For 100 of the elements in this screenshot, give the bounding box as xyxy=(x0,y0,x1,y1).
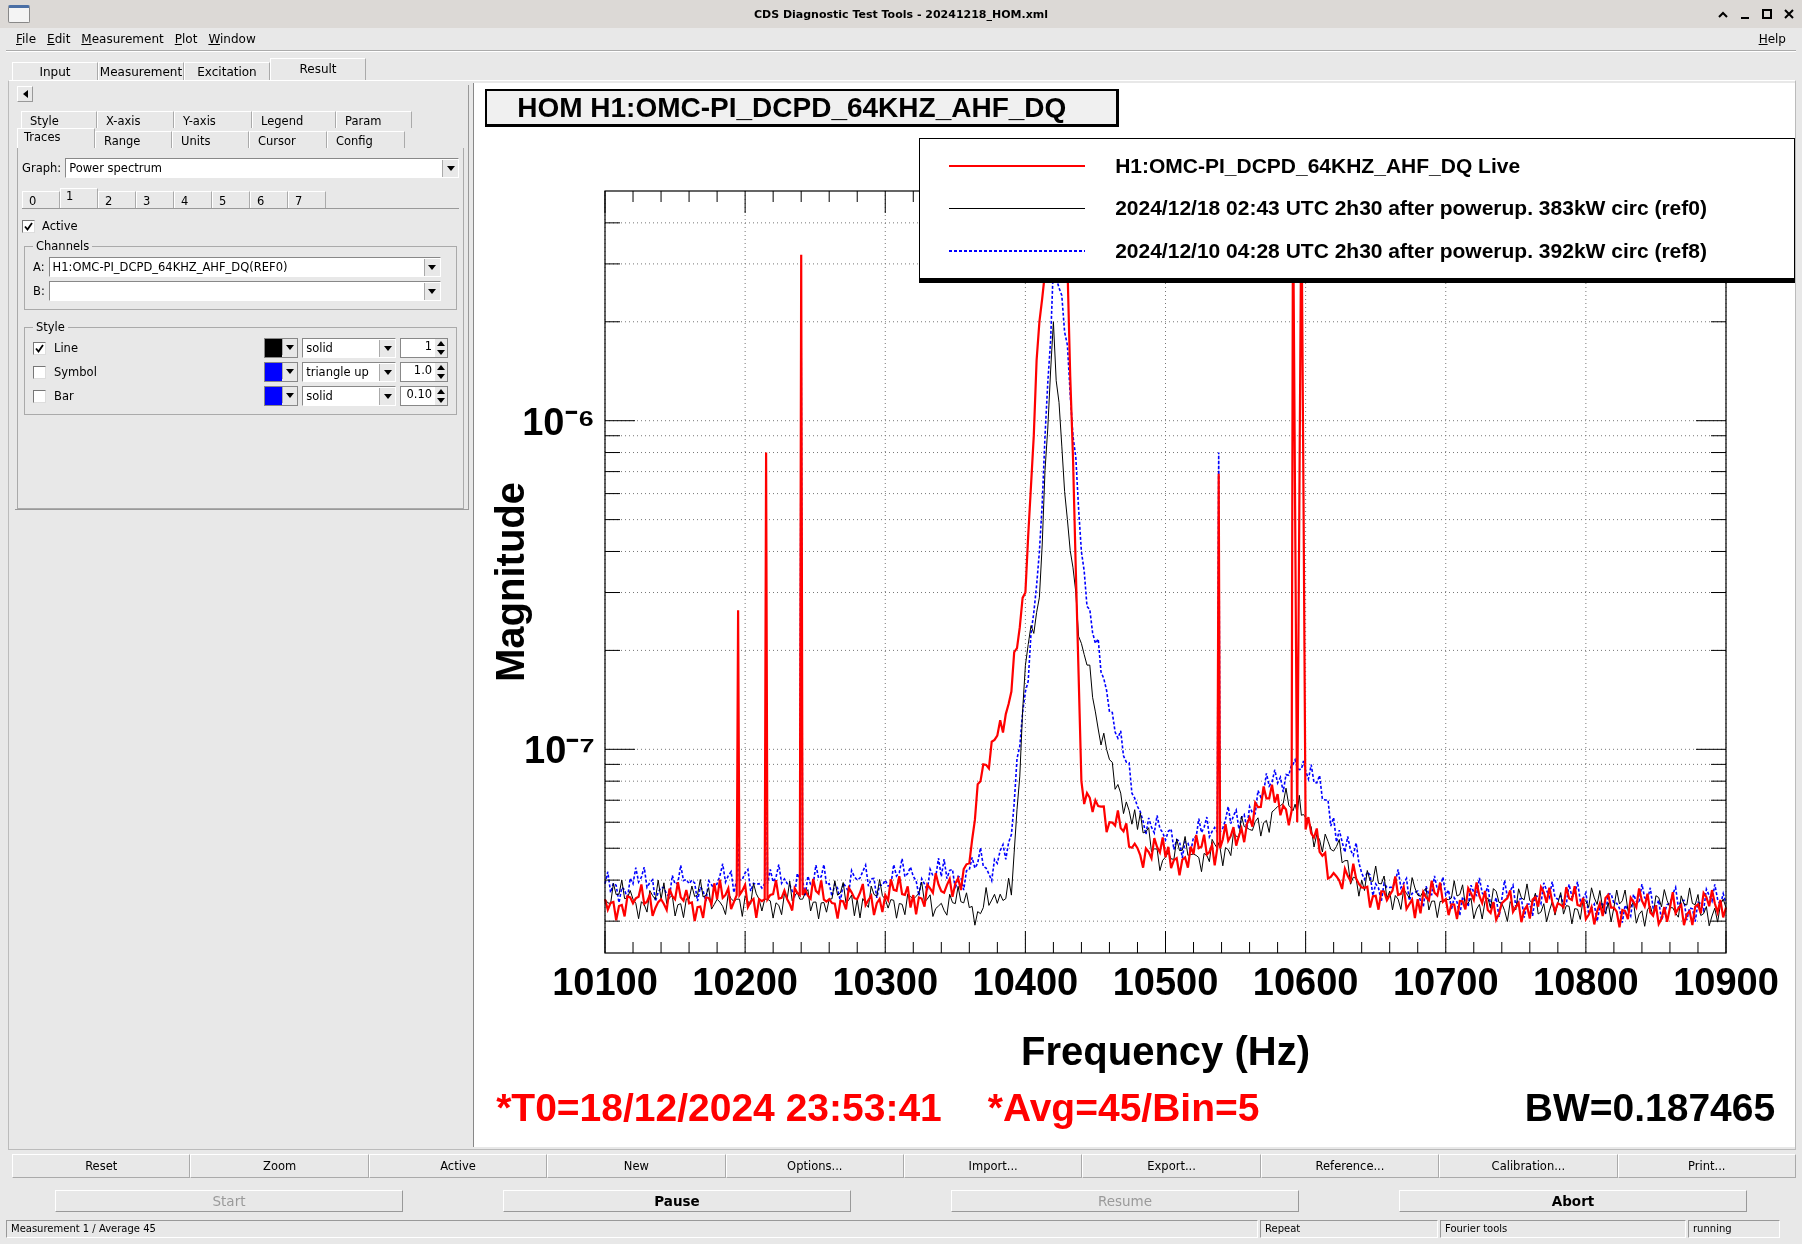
back-arrow-button[interactable] xyxy=(17,86,33,102)
toolbar-button[interactable]: Calibration... xyxy=(1439,1154,1618,1178)
toolbar-button[interactable]: Print... xyxy=(1617,1154,1796,1178)
x-tick-label: 10600 xyxy=(1252,961,1359,1003)
tab[interactable]: Result xyxy=(270,58,366,80)
checkbox[interactable] xyxy=(33,389,46,403)
caret-up-icon[interactable] xyxy=(1718,10,1728,18)
close-icon[interactable] xyxy=(1784,9,1794,19)
spin-field[interactable]: 0.10 xyxy=(400,386,449,406)
menu-item[interactable]: Help xyxy=(1758,32,1786,46)
graph-dropdown[interactable]: Power spectrum xyxy=(65,158,460,178)
spin-up-icon[interactable] xyxy=(437,365,446,370)
legend-label: 2024/12/10 04:28 UTC 2h30 after powerup. 392kW circ (ref8) xyxy=(1115,238,1707,263)
spin-down-icon[interactable] xyxy=(437,350,446,355)
tab[interactable]: Legend xyxy=(252,111,336,128)
dropdown-caret-icon xyxy=(383,345,392,351)
dropdown-caret-icon xyxy=(383,369,392,375)
left-arrow-icon xyxy=(22,90,28,98)
style-dropdown[interactable]: solid xyxy=(302,386,397,406)
tab[interactable]: Input xyxy=(12,62,98,80)
tab[interactable]: 7 xyxy=(288,191,326,208)
color-picker[interactable] xyxy=(264,386,299,406)
checkbox-label: Bar xyxy=(54,389,74,403)
tab[interactable]: Config xyxy=(327,131,405,148)
x-tick-label: 10800 xyxy=(1533,961,1639,1003)
tab[interactable]: 0 xyxy=(22,191,60,208)
x-tick-label: 10300 xyxy=(832,961,939,1003)
menu-item[interactable]: Window xyxy=(208,32,256,46)
channel-dropdown[interactable] xyxy=(48,281,441,301)
tab[interactable]: Y-axis xyxy=(174,111,252,128)
color-picker[interactable] xyxy=(264,338,299,358)
tab[interactable]: Param xyxy=(336,111,412,128)
channel-label: A: xyxy=(33,260,45,274)
color-picker[interactable] xyxy=(264,362,299,382)
spin-up-icon[interactable] xyxy=(437,341,446,346)
toolbar-button[interactable]: Reference... xyxy=(1260,1154,1440,1178)
tab[interactable]: 2 xyxy=(98,191,136,208)
toolbar-button[interactable]: Import... xyxy=(904,1154,1083,1178)
x-tick-label: 10500 xyxy=(1112,961,1219,1003)
group-title: Style xyxy=(35,320,66,334)
x-tick-label: 10700 xyxy=(1393,961,1499,1003)
style-dropdown[interactable]: solid xyxy=(302,338,397,358)
spin-field[interactable]: 1.0 xyxy=(400,362,449,382)
tab[interactable]: 5 xyxy=(212,191,250,208)
tab[interactable]: Traces xyxy=(17,128,95,148)
dropdown-caret-icon xyxy=(428,288,437,294)
control-button[interactable]: Pause xyxy=(503,1190,851,1212)
y-axis-title: Magnitude xyxy=(488,482,533,682)
menu-item[interactable]: Measurement xyxy=(81,32,164,46)
x-tick-label: 10200 xyxy=(692,961,799,1003)
tab[interactable]: 4 xyxy=(174,191,212,208)
tab[interactable]: Range xyxy=(95,131,172,148)
group-title: Channels xyxy=(35,239,91,253)
channel-label: B: xyxy=(33,284,45,298)
tab[interactable]: 6 xyxy=(250,191,288,208)
tab[interactable]: 3 xyxy=(136,191,174,208)
menu-item[interactable]: Edit xyxy=(47,32,71,46)
tab[interactable]: X-axis xyxy=(97,111,174,128)
plot-info-text: *T0=18/12/2024 23:53:41 xyxy=(496,1086,942,1130)
checkbox-label: Active xyxy=(42,219,78,233)
dropdown-caret-icon xyxy=(285,344,294,350)
status-cell: Repeat xyxy=(1260,1220,1438,1238)
legend-label: 2024/12/18 02:43 UTC 2h30 after powerup. 383kW circ (ref0) xyxy=(1115,196,1707,221)
toolbar-button[interactable]: Active xyxy=(368,1154,548,1178)
x-tick-label: 10900 xyxy=(1673,961,1779,1003)
toolbar-button[interactable]: Export... xyxy=(1082,1154,1261,1178)
tab[interactable]: Style xyxy=(21,111,97,128)
x-tick-label: 10400 xyxy=(972,961,1079,1003)
spin-field[interactable]: 1 xyxy=(400,338,449,358)
checkbox[interactable] xyxy=(22,219,35,233)
graph-label: Graph: xyxy=(22,161,62,175)
menu-item[interactable]: File xyxy=(16,32,37,46)
dropdown-caret-icon xyxy=(383,393,392,399)
checkbox-label: Line xyxy=(54,341,78,355)
tab[interactable]: Units xyxy=(172,131,249,148)
tab[interactable]: Measurement xyxy=(98,62,184,80)
dropdown-caret-icon xyxy=(285,392,294,398)
tab[interactable]: Cursor xyxy=(249,131,327,148)
spin-down-icon[interactable] xyxy=(437,374,446,379)
x-tick-label: 10100 xyxy=(552,961,658,1003)
tab[interactable]: 1 xyxy=(60,188,98,208)
window-title: CDS Diagnostic Test Tools - 20241218_HOM.xml xyxy=(752,7,1049,21)
dropdown-caret-icon xyxy=(446,165,455,171)
toolbar-button[interactable]: New xyxy=(547,1154,726,1178)
style-dropdown[interactable]: triangle up xyxy=(302,362,397,382)
toolbar-button[interactable]: Options... xyxy=(725,1154,904,1178)
menu-item[interactable]: Plot xyxy=(174,32,198,46)
toolbar-button[interactable]: Reset xyxy=(12,1154,191,1178)
legend-label: H1:OMC-PI_DCPD_64KHZ_AHF_DQ Live xyxy=(1115,154,1521,179)
plot-title: HOM H1:OMC-PI_DCPD_64KHZ_AHF_DQ xyxy=(485,89,1120,127)
app-icon xyxy=(8,5,30,23)
spin-up-icon[interactable] xyxy=(437,389,446,394)
checkbox[interactable] xyxy=(33,341,46,355)
toolbar-button[interactable]: Zoom xyxy=(190,1154,369,1178)
checkbox[interactable] xyxy=(33,365,46,379)
maximize-icon[interactable] xyxy=(1762,9,1772,19)
control-button[interactable]: Abort xyxy=(1399,1190,1747,1212)
tab[interactable]: Excitation xyxy=(184,62,270,80)
channel-dropdown[interactable]: H1:OMC-PI_DCPD_64KHZ_AHF_DQ(REF0) xyxy=(48,257,441,277)
spin-down-icon[interactable] xyxy=(437,398,446,403)
